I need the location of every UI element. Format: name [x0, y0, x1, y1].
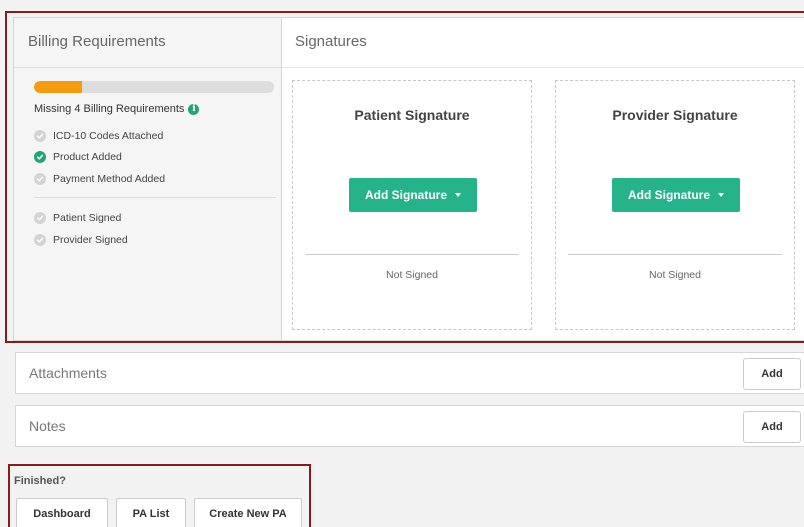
attachments-title: Attachments — [29, 365, 107, 381]
add-signature-label: Add Signature — [627, 188, 710, 202]
provider-signature-card: Provider Signature Add Signature Not Sig… — [555, 80, 795, 330]
requirement-provider-signed: Provider Signed — [34, 229, 276, 251]
requirement-label: ICD-10 Codes Attached — [53, 129, 164, 142]
billing-progress-fill — [34, 81, 82, 93]
caret-down-icon — [718, 193, 724, 197]
signatures-panel: Signatures Patient Signature Add Signatu… — [282, 17, 804, 341]
add-note-button[interactable]: Add — [743, 411, 801, 443]
attachments-panel: Attachments Add — [15, 352, 804, 394]
patient-signature-status: Not Signed — [386, 269, 438, 281]
provider-signature-status: Not Signed — [649, 269, 701, 281]
add-signature-label: Add Signature — [364, 188, 447, 202]
info-icon[interactable]: i — [188, 103, 200, 115]
requirement-patient-signed: Patient Signed — [34, 208, 276, 230]
missing-requirements-label: Missing 4 Billing Requirements — [34, 103, 185, 115]
requirement-icd10: ICD-10 Codes Attached — [34, 125, 276, 147]
patient-signature-title: Patient Signature — [354, 107, 470, 123]
notes-title: Notes — [29, 418, 66, 434]
requirements-divider — [34, 196, 276, 198]
check-circle-icon — [34, 233, 46, 246]
requirement-label: Payment Method Added — [53, 172, 166, 185]
requirement-label: Product Added — [53, 151, 122, 164]
signature-line — [568, 254, 782, 255]
add-attachment-button[interactable]: Add — [743, 358, 801, 390]
requirement-product: Product Added — [34, 147, 276, 169]
caret-down-icon — [455, 193, 461, 197]
finished-label: Finished? — [14, 475, 66, 487]
create-new-pa-button[interactable]: Create New PA — [194, 498, 302, 527]
requirement-label: Patient Signed — [53, 212, 122, 225]
signatures-title: Signatures — [282, 18, 804, 68]
billing-signatures-section: Billing Requirements Missing 4 Billing R… — [5, 11, 804, 343]
provider-add-signature-button[interactable]: Add Signature — [612, 178, 740, 212]
check-circle-icon — [34, 172, 46, 185]
provider-signature-title: Provider Signature — [612, 107, 738, 123]
finished-section: Finished? Dashboard PA List Create New P… — [8, 464, 311, 527]
notes-panel: Notes Add — [15, 405, 804, 447]
patient-add-signature-button[interactable]: Add Signature — [349, 178, 477, 212]
billing-requirements-title: Billing Requirements — [14, 18, 281, 68]
check-circle-icon — [34, 212, 46, 225]
patient-signature-card: Patient Signature Add Signature Not Sign… — [292, 80, 532, 330]
requirements-list: ICD-10 Codes Attached Product Added Paym… — [34, 125, 276, 251]
requirement-payment: Payment Method Added — [34, 168, 276, 190]
check-circle-icon — [34, 151, 46, 164]
missing-requirements-text: Missing 4 Billing Requirements i — [34, 103, 200, 115]
billing-requirements-panel: Billing Requirements Missing 4 Billing R… — [13, 17, 282, 341]
check-circle-icon — [34, 129, 46, 142]
signature-line — [305, 254, 519, 255]
billing-progress-bar — [34, 81, 274, 93]
dashboard-button[interactable]: Dashboard — [16, 498, 108, 527]
requirement-label: Provider Signed — [53, 233, 128, 246]
pa-list-button[interactable]: PA List — [116, 498, 186, 527]
